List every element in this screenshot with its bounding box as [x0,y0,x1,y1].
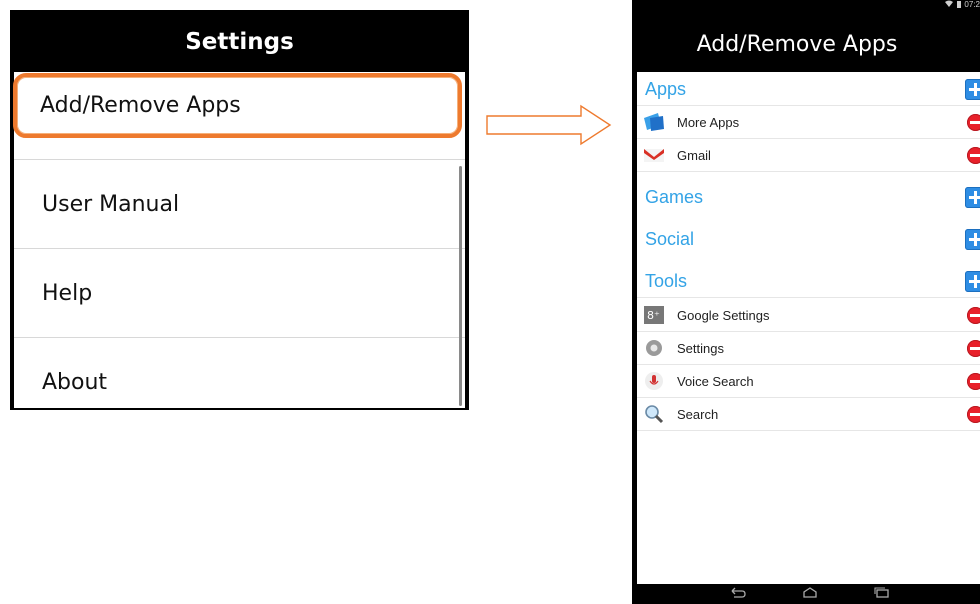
settings-item-about[interactable]: About [14,339,465,410]
phone-screen: 07:2 Add/Remove Apps Apps More Apps Gmai… [632,0,980,604]
settings-item-label: Add/Remove Apps [40,93,241,118]
recent-apps-icon[interactable] [874,587,890,599]
list-item[interactable]: Voice Search [637,365,980,398]
add-button[interactable] [965,229,980,250]
scrollbar[interactable] [459,166,462,406]
settings-title: Settings [185,29,294,55]
navigation-bar [632,584,980,604]
right-arrow-icon [486,104,612,146]
battery-icon [957,1,962,8]
settings-panel: Settings User Manual Help About Add/Remo… [10,10,469,410]
remove-button[interactable] [967,114,980,131]
app-label: Gmail [677,148,711,163]
status-bar: 07:2 [944,0,980,14]
more-apps-icon [644,113,664,131]
app-label: Google Settings [677,308,770,323]
app-label: Voice Search [677,374,754,389]
back-icon[interactable] [730,587,746,599]
gmail-icon [644,149,664,162]
status-time: 07:2 [964,0,980,9]
remove-button[interactable] [967,147,980,164]
list-item[interactable]: More Apps [637,106,980,139]
settings-item-help[interactable]: Help [14,250,465,338]
settings-item-label: User Manual [42,192,180,217]
magnifier-icon [645,405,664,424]
category-label: Social [645,229,695,249]
wifi-icon [944,0,953,7]
settings-item-user-manual[interactable]: User Manual [14,161,465,249]
add-button[interactable] [965,187,980,208]
microphone-icon [645,372,663,390]
category-row-social: Social [637,222,980,256]
list-item[interactable]: Settings [637,332,980,365]
list-item[interactable]: Search [637,398,980,431]
remove-button[interactable] [967,307,980,324]
phone-title: Add/Remove Apps [696,32,898,57]
settings-item-add-remove-apps-highlight[interactable]: Add/Remove Apps [13,73,462,138]
category-label: Tools [645,271,688,291]
category-label: Apps [645,79,687,99]
settings-item-label: About [42,370,108,395]
category-row-games: Games [637,180,980,214]
category-row-apps: Apps [637,72,980,106]
add-button[interactable] [965,271,980,292]
settings-item-label: Help [42,281,93,306]
remove-button[interactable] [967,373,980,390]
list-item[interactable]: Gmail [637,139,980,172]
category-row-tools: Tools [637,264,980,298]
home-icon[interactable] [802,587,818,599]
remove-button[interactable] [967,340,980,357]
category-label: Games [645,187,704,207]
app-label: Settings [677,341,724,356]
remove-button[interactable] [967,406,980,423]
list-item[interactable]: 8⁺ Google Settings [637,299,980,332]
settings-gear-icon [646,340,662,356]
app-label: Search [677,407,719,422]
google-settings-icon: 8⁺ [644,306,664,324]
add-button[interactable] [965,79,980,100]
app-label: More Apps [677,115,740,130]
svg-text:8⁺: 8⁺ [647,309,660,322]
app-list: Apps More Apps Gmail Games Social Tools … [637,72,980,584]
